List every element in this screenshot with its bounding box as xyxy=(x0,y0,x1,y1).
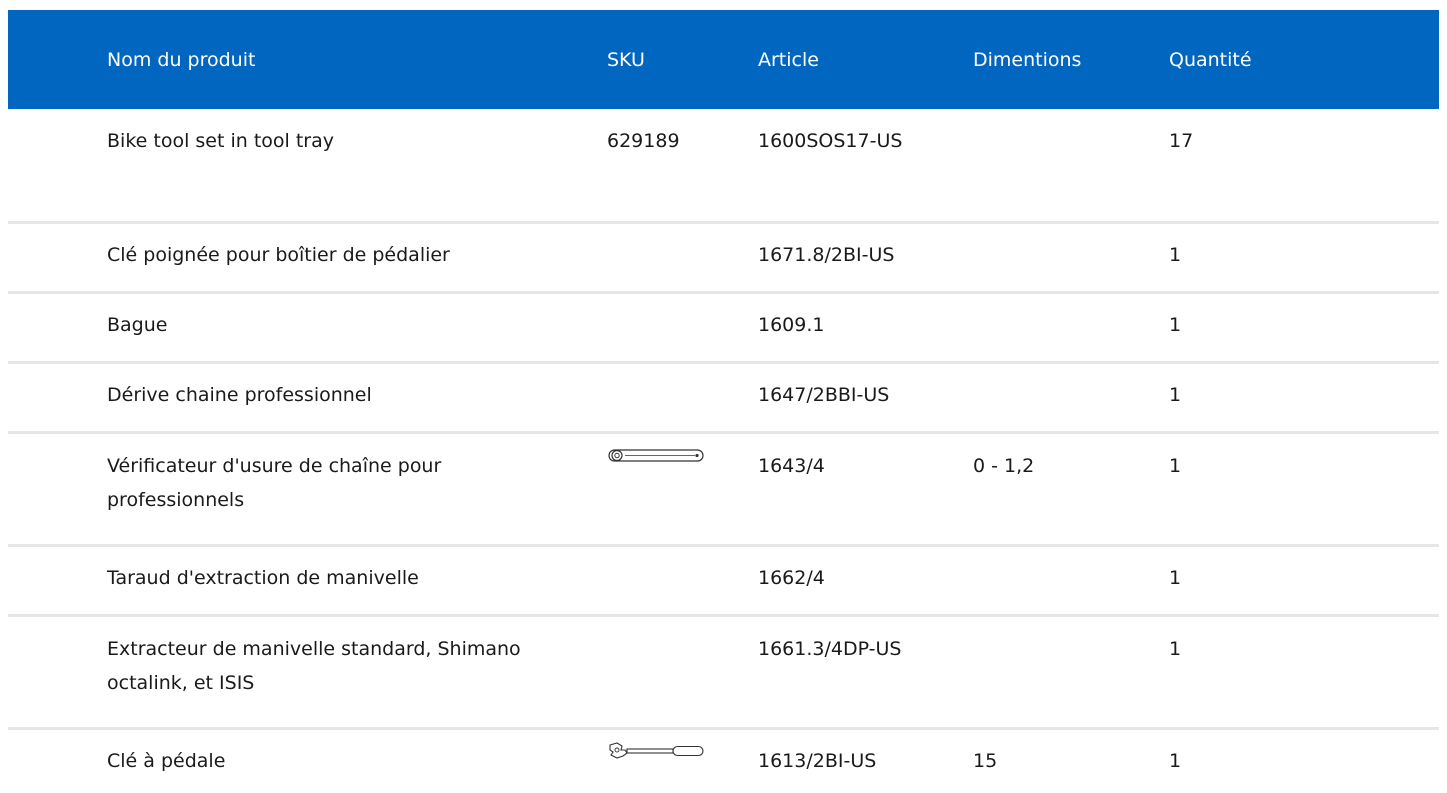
cell-dimensions xyxy=(973,615,1169,730)
cell-quantity: 1 xyxy=(1169,749,1182,772)
header-product-name: Nom du produit xyxy=(8,10,607,109)
cell-product-name: Dérive chaine professionnel xyxy=(8,362,607,434)
pedal-wrench-icon xyxy=(609,741,704,759)
header-row: Nom du produit SKU Article Dimentions Qu… xyxy=(8,10,1439,109)
table-row: Taraud d'extraction de manivelle 1662/4 … xyxy=(8,545,1439,617)
cell-product-name: Vérificateur d'usure de chaîne pour prof… xyxy=(8,432,607,547)
cell-product-name: Extracteur de manivelle standard, Shiman… xyxy=(8,615,607,730)
cell-product-name: Bague xyxy=(8,292,607,364)
cell-sku xyxy=(607,615,758,730)
cell-dimensions: 0 - 1,2 xyxy=(973,432,1169,547)
cell-sku xyxy=(607,292,758,364)
cell-sku xyxy=(607,222,758,294)
cell-article: 1609.1 xyxy=(758,292,973,364)
table-row: Dérive chaine professionnel 1647/2BBI-US… xyxy=(8,362,1439,434)
cell-article: 1643/4 xyxy=(758,432,973,547)
cell-article: 1613/2BI-US xyxy=(758,749,877,772)
table-row: Vérificateur d'usure de chaîne pour prof… xyxy=(8,432,1439,547)
cell-dimensions: 15 xyxy=(973,749,998,772)
cell-sku xyxy=(607,728,758,793)
cell-quantity: 1 xyxy=(1169,615,1439,730)
table-row: Clé à pédale 1613/2BI-US 15 1 xyxy=(8,728,1439,793)
table-row: Extracteur de manivelle standard, Shiman… xyxy=(8,615,1439,730)
cell-product-name: Taraud d'extraction de manivelle xyxy=(8,545,607,617)
cell-article: 1600SOS17-US xyxy=(758,109,973,224)
cell-dimensions xyxy=(973,545,1169,617)
cell-article: 1647/2BBI-US xyxy=(758,362,973,434)
cell-product-name: Clé poignée pour boîtier de pédalier xyxy=(8,222,607,294)
table-row: Bague 1609.1 1 xyxy=(8,292,1439,364)
table-row: Bike tool set in tool tray 629189 1600SO… xyxy=(8,109,1439,224)
cell-quantity: 1 xyxy=(1169,222,1439,294)
header-dimensions: Dimentions xyxy=(973,10,1169,109)
cell-quantity: 1 xyxy=(1169,292,1439,364)
chain-wear-gauge-icon xyxy=(608,448,704,462)
cell-dimensions xyxy=(973,292,1169,364)
cell-product-name: Bike tool set in tool tray xyxy=(8,109,607,224)
header-quantity: Quantité xyxy=(1169,10,1439,109)
cell-sku xyxy=(607,545,758,617)
product-table: Nom du produit SKU Article Dimentions Qu… xyxy=(8,10,1439,793)
header-article: Article xyxy=(758,10,973,109)
cell-article: 1661.3/4DP-US xyxy=(758,615,973,730)
product-table-container: Nom du produit SKU Article Dimentions Qu… xyxy=(8,10,1439,793)
table-row: Clé poignée pour boîtier de pédalier 167… xyxy=(8,222,1439,294)
cell-sku xyxy=(607,432,758,547)
cell-quantity: 17 xyxy=(1169,109,1439,224)
cell-quantity: 1 xyxy=(1169,432,1439,547)
cell-product-name: Clé à pédale xyxy=(107,749,226,772)
table-body: Bike tool set in tool tray 629189 1600SO… xyxy=(8,109,1439,793)
cell-sku: 629189 xyxy=(607,109,758,224)
cell-dimensions xyxy=(973,109,1169,224)
cell-dimensions xyxy=(973,362,1169,434)
cell-sku xyxy=(607,362,758,434)
cell-quantity: 1 xyxy=(1169,362,1439,434)
cell-quantity: 1 xyxy=(1169,545,1439,617)
cell-article: 1671.8/2BI-US xyxy=(758,222,973,294)
cell-article: 1662/4 xyxy=(758,545,973,617)
table-header: Nom du produit SKU Article Dimentions Qu… xyxy=(8,10,1439,109)
cell-dimensions xyxy=(973,222,1169,294)
header-sku: SKU xyxy=(607,10,758,109)
